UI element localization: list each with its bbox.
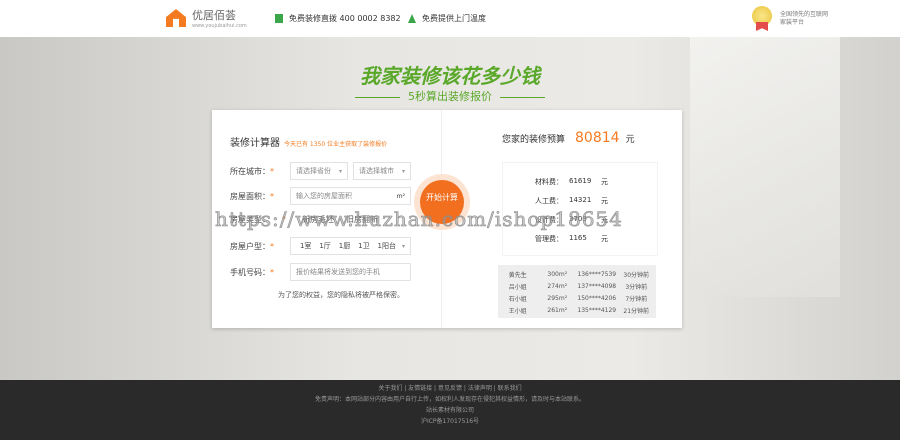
fee-management: 管理费： 1165 元 — [535, 234, 608, 243]
calculator-card: 装修计算器 今天已有 1350 位业主获取了装修报价 所在城市：* 请选择省份 ▾ … — [212, 110, 682, 328]
city-select[interactable]: 请选择城市 ▾ — [353, 162, 411, 180]
area-label: 房屋面积：* — [230, 191, 274, 201]
total-value: 80814 — [575, 130, 620, 146]
house-logo-icon — [166, 9, 186, 27]
list-item: 吕小姐 274m² 137****4098 3分钟前 — [508, 282, 648, 291]
list-item: 王小姐 261m² 135****4129 21分钟前 — [508, 306, 650, 315]
hotline-text: 免费装修直拨 400 0002 8382 — [289, 14, 401, 23]
logo[interactable]: 优居佰荟 www.youjubaihui.com — [166, 7, 247, 29]
hero-subtitle: 5秒算出装修报价 — [0, 88, 900, 104]
privacy-hint: 为了您的权益，您的隐私将被严格保密。 — [278, 291, 404, 299]
location-icon — [408, 14, 416, 23]
layout-select[interactable]: 1室 1厅 1厨 1卫 1阳台 ▾ — [290, 237, 411, 255]
logo-url: www.youjubaihui.com — [192, 23, 247, 29]
logo-name: 优居佰荟 — [192, 9, 236, 22]
footer: 关于我们 | 友情链接 | 意见反馈 | 法律声明 | 联系我们 免责声明：本网… — [0, 380, 900, 440]
area-input[interactable]: 输入您的房屋面积 m² — [290, 187, 411, 205]
list-item: 黄先生 300m² 136****7539 30分钟前 — [508, 270, 650, 279]
hotline: 免费装修直拨 400 0002 8382 — [275, 13, 401, 24]
type-option-new[interactable]: 新房毛坯 — [302, 214, 334, 225]
city-label: 所在城市：* — [230, 166, 274, 176]
phone-label: 手机号码：* — [230, 267, 274, 277]
chevron-down-icon: ▾ — [401, 242, 405, 250]
start-calc-button[interactable]: 开始计算 — [420, 180, 464, 224]
chevron-down-icon: ▾ — [338, 167, 342, 175]
fee-breakdown: 材料费： 61619 元 人工费： 14321 元 设计费： 3709 元 管理费： 1165… — [502, 162, 658, 256]
footer-disclaimer: 免责声明：本网站部分内容由用户自行上传，如权利人发现存在侵犯其权益情形，请及时与… — [314, 396, 585, 403]
calc-title: 装修计算器 今天已有 1350 位业主获取了装修报价 — [230, 134, 387, 149]
footer-links[interactable]: 关于我们 | 友情链接 | 意见反馈 | 法律声明 | 联系我们 — [0, 383, 900, 394]
type-option-old[interactable]: 旧房翻新 — [346, 214, 378, 225]
calc-title-text: 装修计算器 — [230, 138, 280, 149]
hero-title: 我家装修该花多少钱 — [360, 64, 540, 88]
fee-design: 设计费： 3709 元 — [535, 215, 608, 224]
service-text: 免费提供上门温度 — [422, 14, 486, 23]
header: 优居佰荟 www.youjubaihui.com 免费装修直拨 400 0002 … — [0, 0, 900, 37]
budget-total: 您家的装修预算 80814 元 — [502, 130, 635, 146]
ribbon-icon — [756, 22, 768, 31]
footer-icp: 沪ICP备17017516号 — [420, 418, 480, 425]
service: 免费提供上门温度 — [408, 13, 486, 24]
phone-icon — [275, 14, 283, 23]
phone-input[interactable]: 报价结果将发送到您的手机 — [290, 263, 411, 281]
province-select[interactable]: 请选择省份 ▾ — [290, 162, 348, 180]
fee-material: 材料费： 61619 元 — [535, 177, 608, 186]
layout-label: 房屋户型：* — [230, 241, 274, 251]
fee-labor: 人工费： 14321 元 — [535, 196, 608, 205]
chevron-down-icon: ▾ — [401, 167, 405, 175]
recent-quotes-list: 黄先生 300m² 136****7539 30分钟前 吕小姐 274m² 137****… — [498, 265, 656, 318]
calc-note: 今天已有 1350 位业主获取了装修报价 — [284, 141, 388, 148]
footer-company: 站长素材有限公司 — [425, 407, 474, 414]
type-label: 房屋类型： * — [230, 215, 286, 224]
badge-text: 全国领先的互联网家装平台 — [780, 11, 829, 26]
list-item: 石小姐 295m² 150****4206 7分钟前 — [508, 294, 648, 303]
